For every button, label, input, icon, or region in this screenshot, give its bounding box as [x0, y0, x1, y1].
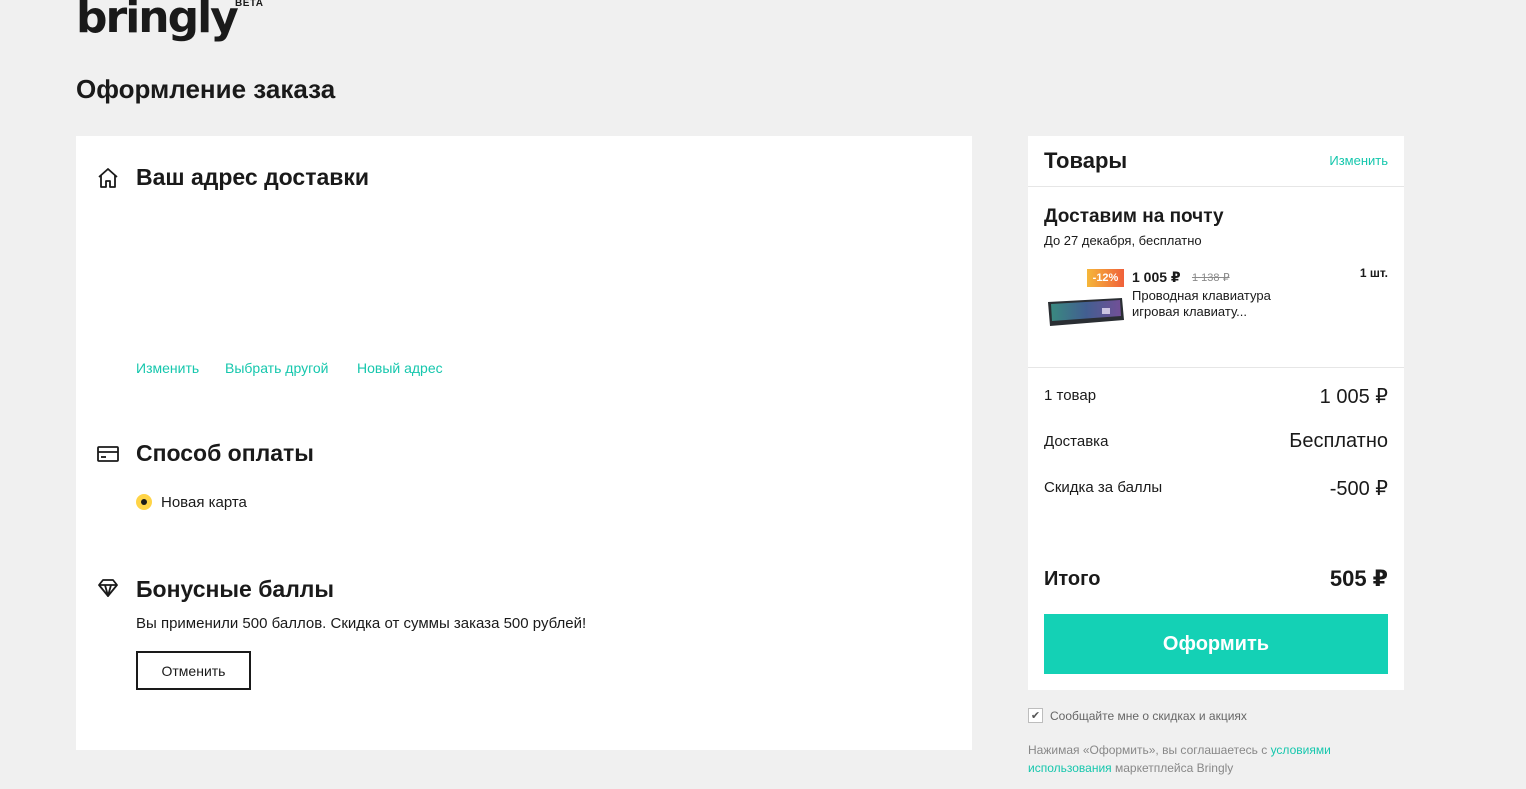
product-image[interactable]: [1046, 296, 1126, 326]
cart-edit-link[interactable]: Изменить: [1329, 153, 1388, 168]
delivery-title: Доставим на почту: [1044, 206, 1224, 227]
address-title: Ваш адрес доставки: [136, 164, 370, 190]
terms-prefix: Нажимая «Оформить», вы соглашаетесь с: [1028, 743, 1271, 757]
product-price: 1 005 ₽: [1132, 269, 1181, 285]
address-new-link[interactable]: Новый адрес: [357, 360, 443, 376]
delivery-label: Доставка: [1044, 433, 1109, 450]
delivery-value: Бесплатно: [1289, 430, 1388, 452]
terms-suffix: маркетплейса Bringly: [1111, 761, 1234, 775]
bonus-title: Бонусные баллы: [136, 576, 335, 602]
address-choose-other-link[interactable]: Выбрать другой: [225, 360, 328, 376]
subscribe-label[interactable]: Сообщайте мне о скидках и акциях: [1050, 709, 1247, 723]
radio-dot: [141, 499, 147, 505]
card-icon: [97, 446, 119, 462]
items-count-label: 1 товар: [1044, 387, 1097, 404]
home-icon: [98, 168, 118, 188]
cart-title: Товары: [1044, 148, 1128, 173]
order-summary: Товары Изменить Доставим на почту До 27 …: [1028, 136, 1404, 690]
total-value: 505 ₽: [1329, 566, 1388, 591]
delivery-subtitle: До 27 декабря, бесплатно: [1044, 233, 1202, 248]
points-discount-value: -500 ₽: [1329, 478, 1388, 500]
page-title: Оформление заказа: [76, 74, 336, 104]
payment-radio-new-card[interactable]: [136, 494, 152, 510]
address-edit-link[interactable]: Изменить: [136, 360, 199, 376]
divider: [1028, 186, 1404, 187]
product-name-link[interactable]: Проводная клавиатура игровая клавиату...: [1132, 288, 1292, 320]
total-label: Итого: [1044, 568, 1101, 590]
items-total-value: 1 005 ₽: [1319, 386, 1388, 408]
points-discount-label: Скидка за баллы: [1044, 479, 1163, 496]
discount-badge: -12%: [1087, 269, 1124, 287]
checkmark-icon: ✔: [1030, 710, 1041, 722]
product-old-price: 1 138 ₽: [1192, 272, 1230, 284]
logo[interactable]: bringly: [76, 0, 239, 42]
payment-option-label[interactable]: Новая карта: [161, 494, 247, 511]
bonus-applied-text: Вы применили 500 баллов. Скидка от суммы…: [136, 615, 587, 632]
terms-text: Нажимая «Оформить», вы соглашаетесь с ус…: [1028, 741, 1358, 777]
divider: [1028, 367, 1404, 368]
product-quantity: 1 шт.: [1359, 266, 1388, 280]
subscribe-checkbox[interactable]: ✔: [1028, 708, 1043, 723]
checkout-form: Ваш адрес доставки Изменить Выбрать друг…: [76, 136, 972, 750]
beta-badge: BETA: [235, 0, 264, 9]
place-order-button[interactable]: Оформить: [1044, 614, 1388, 674]
payment-title: Способ оплаты: [136, 440, 314, 466]
cancel-bonus-button[interactable]: Отменить: [136, 651, 251, 690]
diamond-icon: [98, 579, 118, 597]
